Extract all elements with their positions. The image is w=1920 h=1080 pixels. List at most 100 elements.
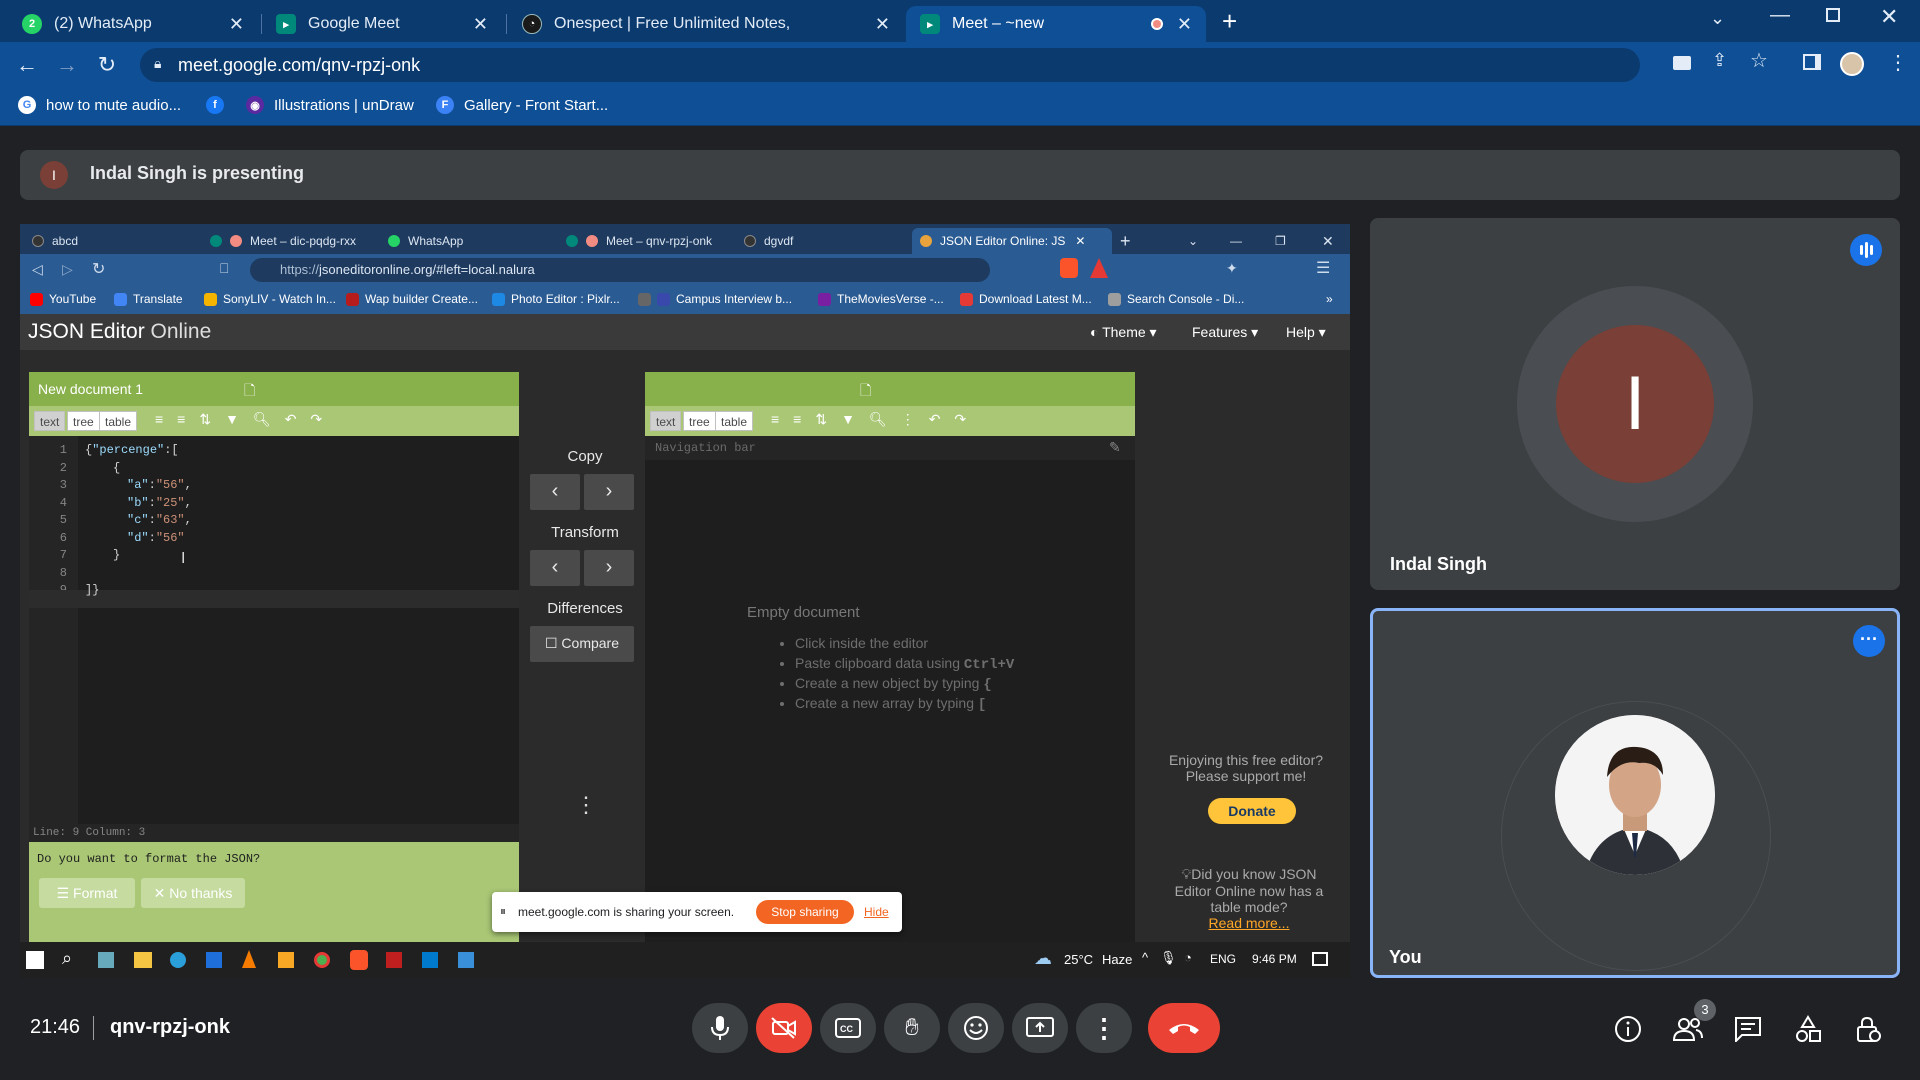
info-icon: [1615, 1016, 1641, 1042]
brave-rewards-icon: [1090, 258, 1108, 278]
divider: [93, 1016, 94, 1040]
tab-whatsapp[interactable]: 2 (2) WhatsApp ✕: [8, 6, 258, 42]
activities-icon: [1796, 1015, 1821, 1042]
mode-tree: tree: [683, 411, 716, 431]
restore-button[interactable]: [1826, 8, 1840, 22]
shared-bookmarks-bar: YouTube Translate SonyLIV - Watch In... …: [20, 286, 1350, 314]
line-gutter: 1 2 3 4 5 6 7 8 9: [29, 436, 78, 824]
jse-features-menu: Features ▾: [1192, 324, 1259, 340]
panel-resize-handle: ⋮: [575, 792, 597, 817]
present-screen-button[interactable]: [1012, 1003, 1068, 1053]
activities-button[interactable]: [1792, 1013, 1824, 1045]
shared-tab-active: JSON Editor Online: JS ✕: [912, 228, 1112, 254]
mode-table: table: [99, 411, 138, 431]
close-tab-icon[interactable]: ✕: [229, 14, 244, 35]
minimize-button[interactable]: —: [1770, 4, 1790, 27]
tab-title: Google Meet: [308, 15, 400, 32]
participant-tile-indal[interactable]: I Indal Singh: [1370, 218, 1900, 590]
navigation-bar: Navigation bar ✎: [645, 436, 1135, 460]
reload-button[interactable]: ↻: [92, 52, 122, 78]
camera-in-use-icon[interactable]: [1673, 56, 1691, 70]
vlc-icon: [242, 950, 256, 968]
close-window-button[interactable]: ✕: [1880, 4, 1898, 30]
close-tab-icon[interactable]: ✕: [473, 14, 488, 35]
people-button[interactable]: 3: [1672, 999, 1716, 1045]
edit-icon: ✎: [1109, 439, 1121, 455]
document-title: New document 1: [38, 381, 144, 397]
chat-button[interactable]: [1732, 1013, 1764, 1045]
copy-left-button: ‹: [530, 474, 580, 510]
jse-header: JSON Editor Online ◐ Theme ▾ Features ▾ …: [20, 314, 1350, 350]
address-bar[interactable]: 🔒︎ meet.google.com/qnv-rpzj-onk: [140, 48, 1640, 82]
store-icon: [206, 952, 222, 968]
left-panel-actions: ≡≡⇅▼🔍︎↶↷: [155, 411, 337, 427]
microphone-button[interactable]: [692, 1003, 748, 1053]
browser-menu-icon[interactable]: ⋮: [1888, 50, 1908, 75]
drag-handle-icon: ⏸: [500, 904, 507, 918]
camera-off-button[interactable]: [756, 1003, 812, 1053]
close-tab-icon[interactable]: ✕: [875, 14, 890, 35]
jse-help-menu: Help ▾: [1286, 324, 1326, 340]
back-button[interactable]: ←: [12, 52, 42, 78]
leave-call-button[interactable]: [1148, 1003, 1220, 1053]
bookmark-item[interactable]: f: [206, 96, 234, 114]
shared-extensions-icon: ✦: [1226, 260, 1238, 276]
bookmark-item[interactable]: G how to mute audio...: [18, 96, 181, 114]
right-panel-actions: ≡≡⇅▼🔍︎⋮↶↷: [771, 411, 981, 427]
tab-onespect[interactable]: ◔ Onespect | Free Unlimited Notes, ✕: [508, 6, 904, 42]
google-icon: G: [18, 96, 36, 114]
avatar: I: [1556, 325, 1714, 483]
tab-google-meet[interactable]: ▸ Google Meet ✕: [262, 6, 502, 42]
presenter-avatar: I: [40, 161, 68, 189]
reactions-button[interactable]: [948, 1003, 1004, 1053]
edge-icon: [170, 952, 186, 968]
captions-button[interactable]: CC: [820, 1003, 876, 1053]
captions-icon: CC: [835, 1018, 861, 1038]
shared-tab: abcd: [32, 228, 78, 254]
weather-icon: ☁: [1034, 948, 1052, 968]
meet-icon: ▸: [920, 14, 940, 34]
bookmark-item[interactable]: ◉ Illustrations | unDraw: [246, 96, 414, 114]
close-tab-icon[interactable]: ✕: [1177, 14, 1192, 35]
stop-sharing-button: Stop sharing: [756, 900, 854, 924]
lightbulb-icon: 💡︎: [1181, 866, 1192, 882]
speaking-indicator-icon: [1850, 234, 1882, 266]
bookmark-star-icon[interactable]: ☆: [1750, 48, 1768, 73]
right-panel-menu: 🗋︎▾⊞▾⊞▾⊡▾⚙▾⋰⤢: [645, 372, 1135, 422]
hide-button: Hide: [864, 905, 889, 919]
mode-tree: tree: [67, 411, 100, 431]
wifi-icon: ◔: [1184, 950, 1192, 965]
brave-shield-icon: [1060, 258, 1078, 278]
side-panel-icon[interactable]: [1803, 54, 1821, 70]
shared-chevron-icon: ⌄: [1188, 234, 1199, 248]
more-options-button[interactable]: ⋮: [1076, 1003, 1132, 1053]
participant-tile-you[interactable]: ··· You: [1370, 608, 1900, 978]
meet-icon: ▸: [276, 14, 296, 34]
code-editor: {"percenge":[ { "a":"56", "b":"25", "c":…: [85, 443, 192, 597]
more-vert-icon: ⋮: [1091, 1012, 1117, 1043]
profile-avatar[interactable]: [1840, 52, 1864, 76]
more-options-icon[interactable]: ···: [1853, 625, 1885, 657]
bookmark-item[interactable]: F Gallery - Front Start...: [436, 96, 608, 114]
share-icon[interactable]: ⇪: [1712, 50, 1727, 71]
tab-meet-new[interactable]: ▸ Meet – ~new ✕: [906, 6, 1206, 42]
forward-button[interactable]: →: [52, 52, 82, 78]
emoji-icon: [964, 1016, 988, 1040]
shared-minimize-icon: —: [1230, 234, 1242, 248]
right-panel-toolbar: text tree table ≡≡⇅▼🔍︎⋮↶↷: [645, 406, 1135, 436]
meeting-details-button[interactable]: [1612, 1013, 1644, 1045]
participant-name: You: [1389, 947, 1422, 967]
raise-hand-button[interactable]: ✋︎: [884, 1003, 940, 1053]
taskbar-app-icon: [278, 952, 294, 968]
copy-right-button: ›: [584, 474, 634, 510]
file-explorer-icon: [134, 952, 152, 968]
host-controls-button[interactable]: [1852, 1013, 1884, 1045]
tab-search-icon[interactable]: ⌄: [1710, 8, 1725, 29]
taskbar-app-icon: [98, 952, 114, 968]
new-tab-button[interactable]: +: [1222, 6, 1237, 37]
format-button: ☰ Format: [39, 878, 135, 908]
facebook-icon: f: [206, 96, 224, 114]
meeting-time: 21:46: [30, 1016, 81, 1038]
text-cursor-icon: I: [181, 550, 186, 567]
tab-strip: 2 (2) WhatsApp ✕ ▸ Google Meet ✕ ◔ Onesp…: [0, 0, 1920, 42]
